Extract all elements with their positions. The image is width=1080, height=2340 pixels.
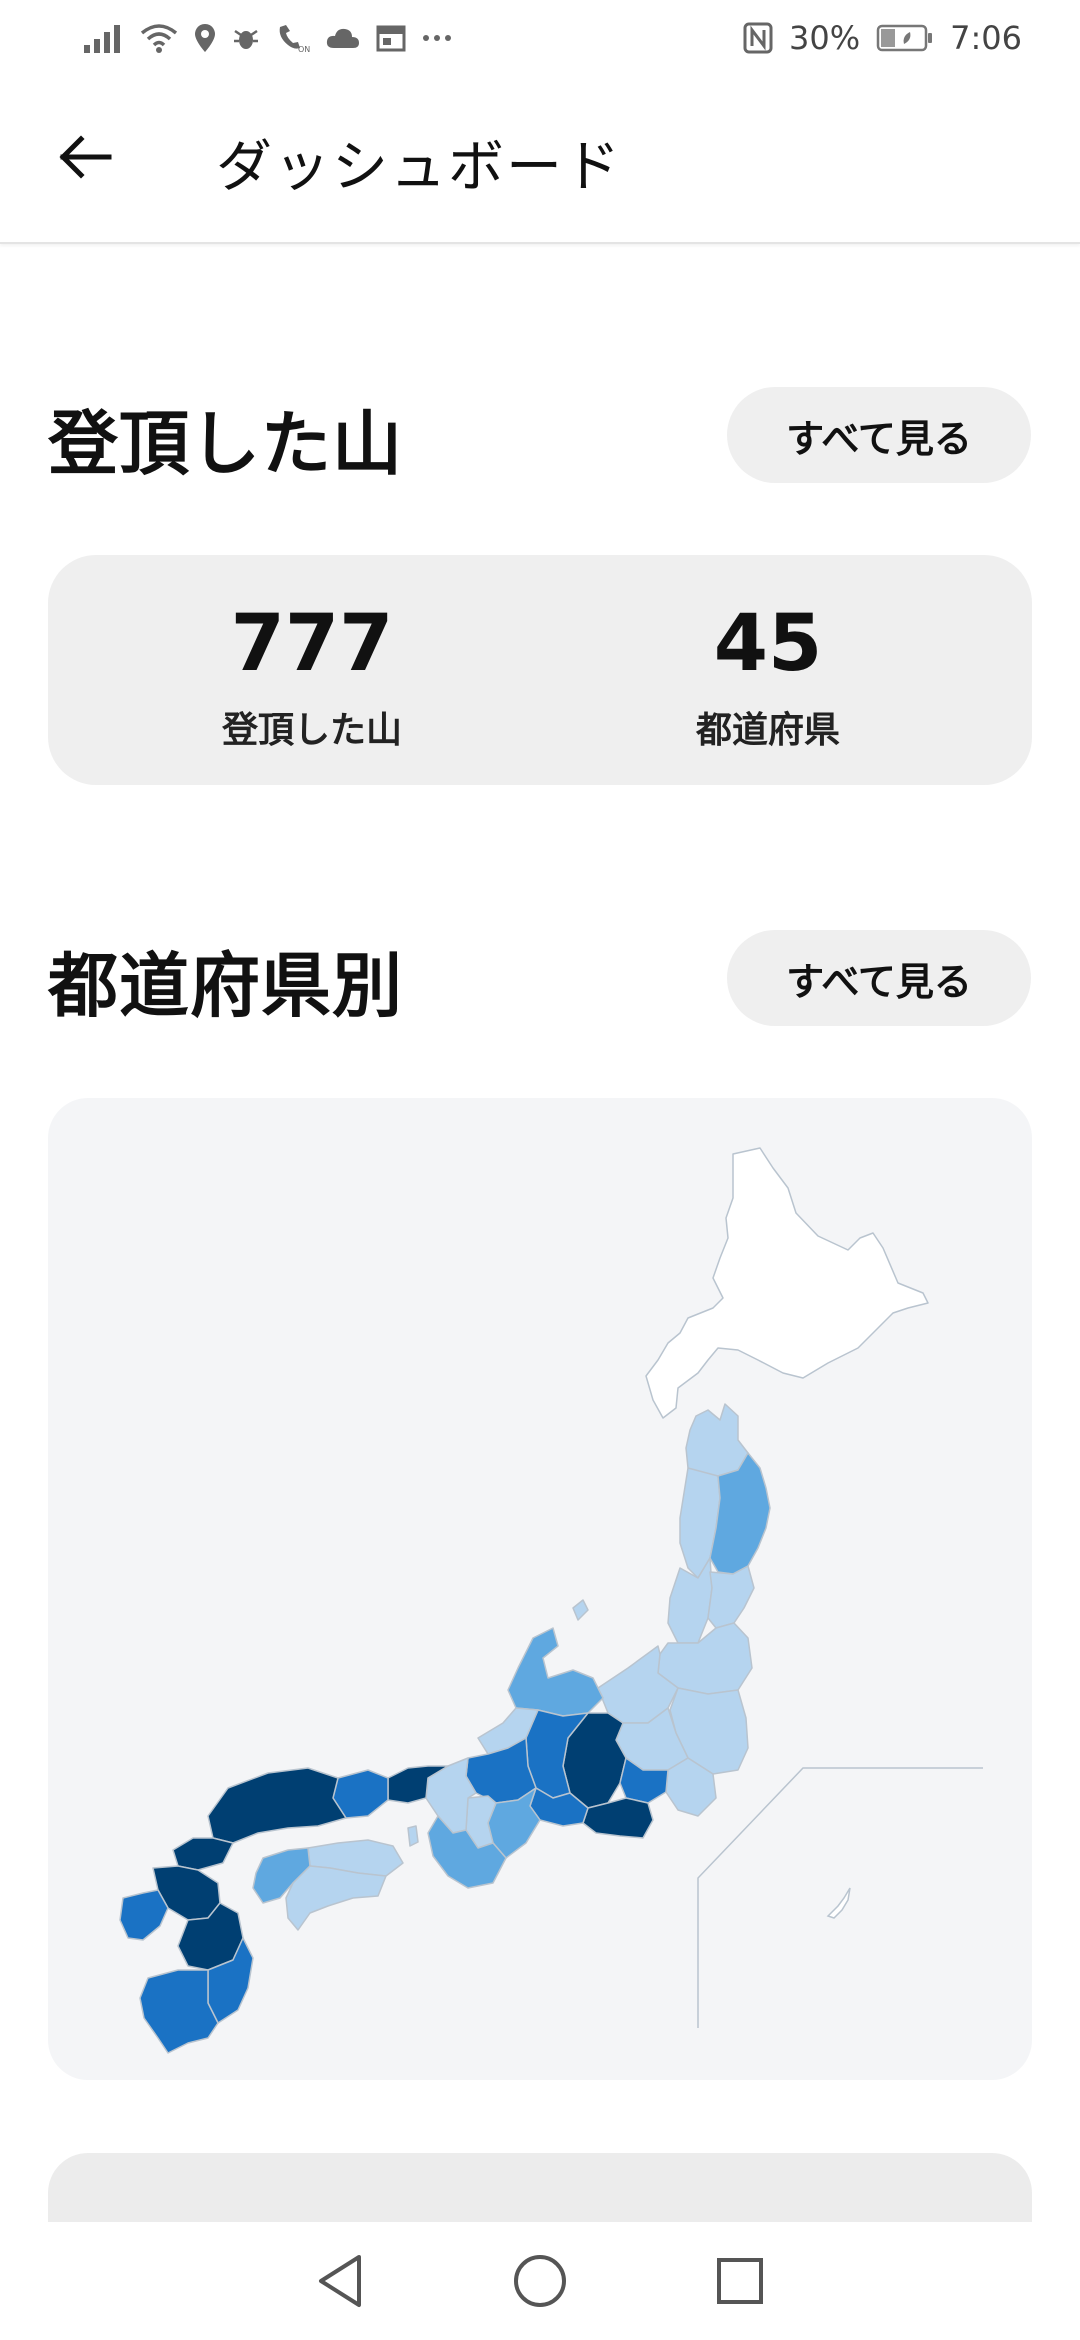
status-right: 30% 7:06 xyxy=(743,19,1022,57)
inset-islands xyxy=(826,1887,851,1919)
stat-prefectures-value: 45 xyxy=(713,599,823,689)
prefecture-see-all-button[interactable]: すべて見る xyxy=(727,930,1031,1026)
summit-stats-card: 777 登頂した山 45 都道府県 xyxy=(48,555,1032,785)
app-bar: ダッシュボード xyxy=(0,76,1080,244)
stat-prefectures-label: 都道府県 xyxy=(695,710,840,751)
nav-recents-button[interactable] xyxy=(700,2241,780,2321)
stat-summits: 777 登頂した山 xyxy=(152,605,472,753)
region-hokkaido[interactable] xyxy=(645,1147,929,1419)
back-arrow-icon xyxy=(59,135,112,179)
region-aomori[interactable] xyxy=(685,1403,749,1477)
stat-summits-label: 登頂した山 xyxy=(221,710,402,751)
island-sado[interactable] xyxy=(572,1599,589,1621)
status-left: ON xyxy=(84,23,452,53)
summit-section-title: 登頂した山 xyxy=(48,403,403,485)
svg-text:ON: ON xyxy=(298,45,310,53)
back-button[interactable] xyxy=(42,114,128,200)
nav-back-triangle-icon xyxy=(319,2255,361,2307)
stat-summits-value: 777 xyxy=(230,599,394,689)
nfc-icon xyxy=(743,22,773,54)
region-toyama-ishikawa[interactable] xyxy=(507,1627,604,1717)
page-title: ダッシュボード xyxy=(216,135,622,200)
battery-percent: 30% xyxy=(789,19,861,57)
prefecture-map-card[interactable] xyxy=(48,1098,1032,2080)
system-nav-bar xyxy=(0,2222,1080,2340)
japan-map xyxy=(119,1147,983,2054)
inset-frame-lines xyxy=(697,1767,983,2028)
status-bar: ON 30% 7:06 xyxy=(0,0,1080,76)
bug-icon xyxy=(232,23,260,53)
nav-back-button[interactable] xyxy=(300,2241,380,2321)
call-on-icon: ON xyxy=(276,23,310,53)
summit-see-all-button[interactable]: すべて見る xyxy=(727,387,1031,483)
island-awaji[interactable] xyxy=(407,1825,419,1847)
stat-prefectures: 45 都道府県 xyxy=(608,605,928,753)
region-chugoku-west[interactable] xyxy=(172,1837,234,1871)
nav-home-button[interactable] xyxy=(500,2241,580,2321)
region-miyagi[interactable] xyxy=(707,1565,755,1629)
location-icon xyxy=(194,23,216,53)
region-kochi[interactable] xyxy=(285,1865,387,1931)
region-nagasaki[interactable] xyxy=(119,1889,169,1941)
more-icon xyxy=(422,33,452,43)
wifi-icon xyxy=(140,23,178,53)
cloud-icon xyxy=(326,26,360,50)
prefecture-section-title: 都道府県別 xyxy=(48,945,403,1027)
clock: 7:06 xyxy=(950,19,1022,57)
signal-icon xyxy=(84,23,124,53)
battery-icon xyxy=(876,24,934,52)
nav-recents-square-icon xyxy=(717,2258,763,2304)
nav-home-circle-icon xyxy=(514,2255,566,2307)
region-yamaguchi[interactable] xyxy=(207,1767,347,1844)
region-kagoshima[interactable] xyxy=(139,1969,219,2054)
calendar-icon xyxy=(376,24,406,52)
